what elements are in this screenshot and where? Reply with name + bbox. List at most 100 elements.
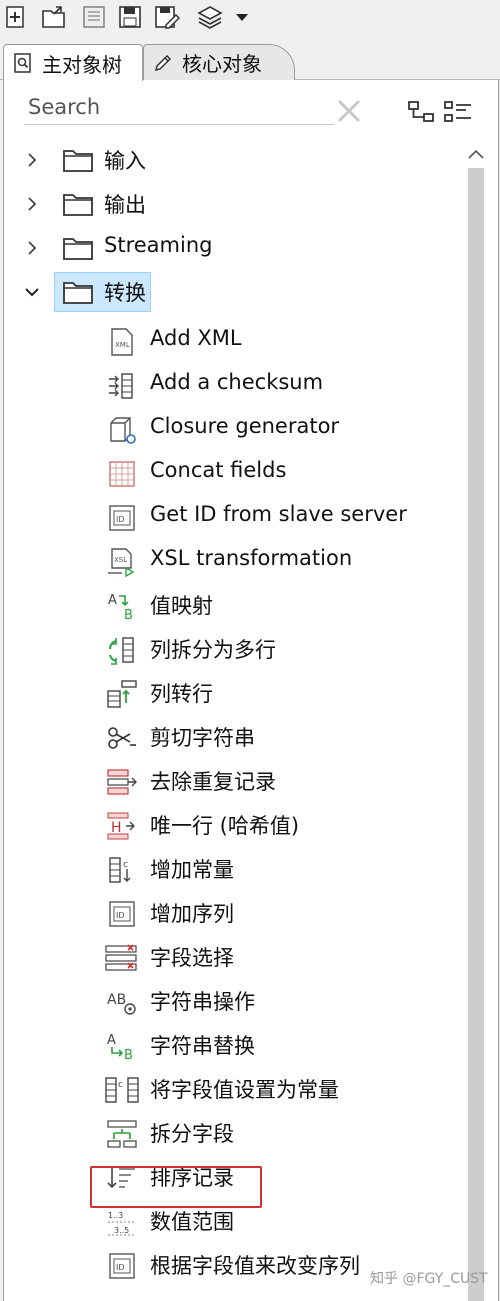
svg-text:c: c [123,860,128,870]
search-input[interactable] [24,90,334,125]
add-constant-icon: c [104,855,140,885]
tab-label: 主对象树 [42,52,122,77]
step-label: 将字段值设置为常量 [150,1078,339,1102]
number-range-icon: 1..3 3..5 [104,1207,140,1237]
step-value-mapper[interactable]: AB 值映射 [0,585,460,625]
layers-icon[interactable] [196,3,224,31]
xml-icon: XML [104,327,140,357]
dedupe-icon [104,767,140,797]
step-label: 字符串操作 [150,990,255,1014]
save-as-icon[interactable] [152,3,180,31]
xsl-icon: XSL [104,547,140,578]
step-get-id-slave[interactable]: ID Get ID from slave server [0,497,460,537]
watermark: 知乎 @FGY_CUST [370,1271,488,1287]
search-doc-icon [12,52,34,74]
folder-label: 输出 [104,193,146,217]
step-add-sequence[interactable]: ID 增加序列 [0,893,460,933]
explore-repository-icon[interactable] [80,3,108,31]
svg-text:ID: ID [116,911,125,920]
step-split-fields[interactable]: 拆分字段 [0,1113,460,1153]
step-label: 值映射 [150,594,213,618]
step-closure-generator[interactable]: Closure generator [0,409,460,449]
svg-text:B: B [124,608,133,621]
step-label: 数值范围 [150,1210,234,1234]
folder-row-input[interactable]: 输入 [0,140,460,180]
step-label: 唯一行 (哈希值) [150,814,300,838]
open-folder-icon[interactable] [40,3,68,31]
chevron-right-icon[interactable] [22,150,42,170]
chevron-right-icon[interactable] [22,194,42,214]
svg-text:c: c [118,1080,123,1090]
step-label: 剪切字符串 [150,726,255,750]
folder-icon [62,192,94,218]
chevron-right-icon[interactable] [22,238,42,258]
folder-row-transform[interactable]: 转换 [0,272,460,312]
expand-list-icon[interactable] [442,98,474,126]
step-label: XSL transformation [150,546,353,570]
id-icon: ID [104,503,140,533]
step-concat-fields[interactable]: Concat fields [0,453,460,493]
svg-text:XML: XML [115,341,130,349]
step-unique-rows-hash[interactable]: H 唯一行 (哈希值) [0,805,460,845]
sequence-icon: ID [104,899,140,929]
step-label: Add XML [150,326,242,350]
step-string-replace[interactable]: AB 字符串替换 [0,1025,460,1065]
unique-hash-icon: H [104,811,140,841]
folder-label: Streaming [104,233,213,257]
closure-icon [104,415,140,445]
grid-icon [104,459,140,489]
step-label: 拆分字段 [150,1122,234,1146]
tab-main-object-tree[interactable]: 主对象树 [3,44,143,81]
tab-label: 核心对象 [182,52,262,76]
chevron-down-icon[interactable] [22,282,42,302]
svg-text:1..3: 1..3 [108,1211,123,1220]
split-rows-icon [104,635,140,665]
value-mapper-icon: AB [104,591,140,623]
dropdown-arrow-icon[interactable] [232,3,252,31]
step-label: 增加序列 [150,902,234,926]
tab-core-objects[interactable]: 核心对象 [143,44,295,80]
step-add-constant[interactable]: c 增加常量 [0,849,460,889]
checksum-icon [104,371,140,401]
new-icon[interactable] [2,3,30,31]
folder-row-output[interactable]: 输出 [0,184,460,224]
folder-icon [62,236,94,262]
folder-icon [62,148,94,174]
step-cut-string[interactable]: 剪切字符串 [0,717,460,757]
step-label: Closure generator [150,414,340,438]
svg-text:H: H [111,820,122,836]
main-toolbar [0,0,500,36]
save-icon[interactable] [116,3,144,31]
step-xsl-transformation[interactable]: XSL XSL transformation [0,541,460,581]
step-label: 增加常量 [150,858,234,882]
step-set-field-constant[interactable]: c 将字段值设置为常量 [0,1069,460,1109]
step-string-operations[interactable]: AB 字符串操作 [0,981,460,1021]
column-to-row-icon [104,679,140,709]
step-add-checksum[interactable]: Add a checksum [0,365,460,405]
scissors-icon [104,723,140,753]
step-label: 列拆分为多行 [150,638,276,662]
step-remove-duplicates[interactable]: 去除重复记录 [0,761,460,801]
step-label: 根据字段值来改变序列 [150,1254,360,1278]
step-label: Get ID from slave server [150,502,407,526]
step-add-xml[interactable]: XML Add XML [0,321,460,361]
step-label: 字段选择 [150,946,234,970]
split-fields-icon [104,1119,140,1149]
folder-label: 转换 [104,281,146,305]
clear-search-icon[interactable] [334,96,364,126]
folder-row-streaming[interactable]: Streaming [0,228,460,268]
step-select-fields[interactable]: 字段选择 [0,937,460,977]
scrollbar-thumb[interactable] [468,168,484,1301]
step-column-to-row[interactable]: 列转行 [0,673,460,713]
string-replace-icon: AB [104,1031,140,1063]
scroll-up-arrow-icon[interactable] [466,146,486,162]
collapse-tree-icon[interactable] [406,98,436,126]
step-split-to-rows[interactable]: 列拆分为多行 [0,629,460,669]
step-label: Add a checksum [150,370,324,394]
sort-rows-highlight-box [90,1166,262,1208]
step-label: 去除重复记录 [150,770,276,794]
step-label: 字符串替换 [150,1034,255,1058]
select-fields-icon [104,943,140,973]
step-label: 列转行 [150,682,213,706]
string-ops-icon: AB [104,987,140,1017]
